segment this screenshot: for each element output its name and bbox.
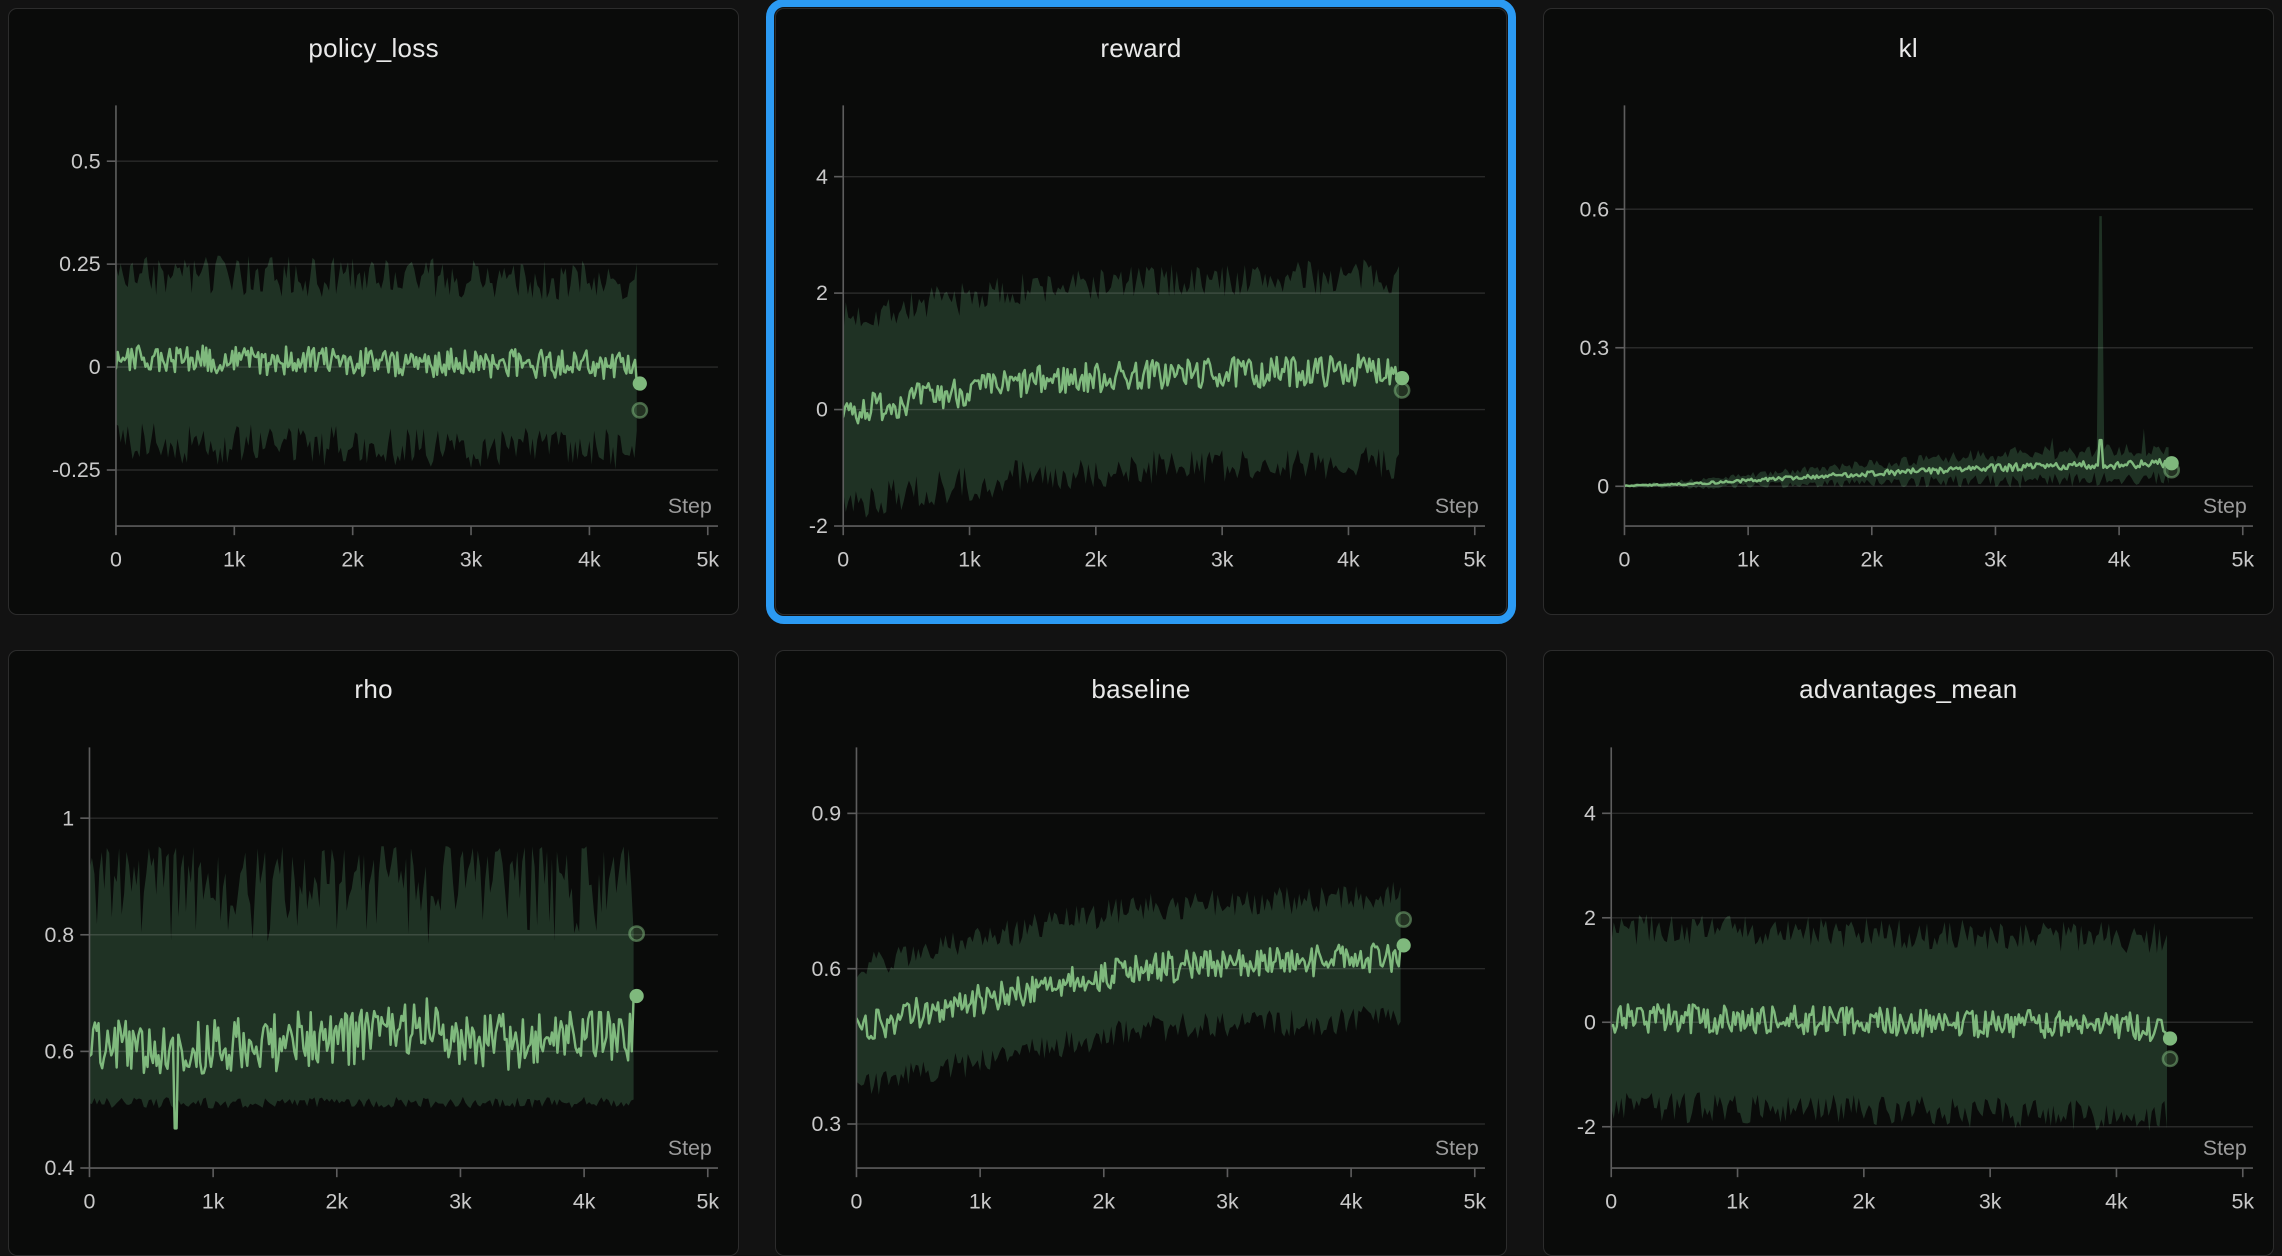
x-tick-label: 3k — [460, 548, 483, 572]
series-band — [1624, 216, 2168, 489]
dashboard-grid: policy_loss 0.5 0.25 0 -0.25 0 1k 2k 3k 4k 5k Step… — [0, 0, 2282, 1246]
x-tick-label: 4k — [573, 1189, 596, 1213]
y-tick-label: 0.4 — [44, 1156, 74, 1180]
y-tick-label: 0.6 — [1579, 197, 1609, 221]
x-tick-label: 3k — [1984, 548, 2007, 572]
chart-plot-baseline[interactable]: 0.9 0.6 0.3 0 1k 2k 3k 4k 5k Step — [776, 729, 1505, 1256]
x-tick-label: 2k — [1852, 1189, 1875, 1213]
y-tick-label: 0.3 — [812, 1112, 842, 1136]
x-tick-label: 1k — [1726, 1189, 1749, 1213]
chart-title: kl — [1544, 9, 2273, 87]
y-tick-label: 0.6 — [44, 1039, 74, 1063]
y-tick-label: 0.25 — [59, 252, 101, 276]
x-axis-label: Step — [2203, 1135, 2247, 1159]
x-tick-label: 4k — [1338, 548, 1361, 572]
x-tick-label: 2k — [1093, 1189, 1116, 1213]
end-dot-faint — [1395, 383, 1409, 397]
x-tick-label: 5k — [696, 1189, 719, 1213]
x-tick-label: 5k — [1464, 1189, 1487, 1213]
x-tick-label: 3k — [1211, 548, 1234, 572]
x-tick-label: 2k — [341, 548, 364, 572]
chart-card-policy-loss[interactable]: policy_loss 0.5 0.25 0 -0.25 0 1k 2k 3k 4k 5k Step — [8, 8, 739, 615]
chart-card-baseline[interactable]: baseline 0.9 0.6 0.3 0 1k 2k 3k 4k 5k Step — [775, 650, 1506, 1256]
x-axis-label: Step — [1435, 1135, 1479, 1159]
x-tick-label: 0 — [838, 548, 850, 572]
x-tick-label: 4k — [2107, 548, 2130, 572]
y-tick-label: 0 — [89, 355, 101, 379]
y-tick-label: 0.3 — [1579, 336, 1609, 360]
x-tick-label: 5k — [2231, 1189, 2254, 1213]
x-axis-label: Step — [668, 1135, 712, 1159]
chart-title: policy_loss — [9, 9, 738, 87]
x-tick-label: 4k — [1340, 1189, 1363, 1213]
end-dot-faint — [1397, 912, 1411, 926]
x-tick-label: 3k — [1216, 1189, 1239, 1213]
chart-card-kl[interactable]: kl 0.6 0.3 0 0 1k 2k 3k 4k 5k Step — [1543, 8, 2274, 615]
y-tick-label: 0 — [816, 398, 828, 422]
x-tick-label: 0 — [1605, 1189, 1617, 1213]
y-tick-label: 0.8 — [44, 923, 74, 947]
y-tick-label: 0 — [1597, 474, 1609, 498]
x-tick-label: 4k — [578, 548, 601, 572]
end-dot — [1397, 938, 1411, 952]
end-dot — [633, 376, 647, 390]
y-tick-label: 2 — [816, 281, 828, 305]
y-tick-label: 2 — [1584, 906, 1596, 930]
y-tick-label: 4 — [816, 165, 828, 189]
x-tick-label: 5k — [2231, 548, 2254, 572]
y-tick-label: -2 — [809, 514, 828, 538]
y-tick-label: 0.6 — [812, 956, 842, 980]
chart-title: baseline — [776, 651, 1505, 729]
x-tick-label: 2k — [1860, 548, 1883, 572]
x-axis-label: Step — [1435, 494, 1479, 518]
y-tick-label: 4 — [1584, 801, 1596, 825]
y-tick-label: -0.25 — [52, 458, 101, 482]
chart-title: reward — [776, 9, 1505, 87]
end-dot-faint — [633, 403, 647, 417]
chart-card-advantages-mean[interactable]: advantages_mean 4 2 0 -2 0 1k 2k 3k 4k 5k Step — [1543, 650, 2274, 1256]
x-tick-label: 3k — [449, 1189, 472, 1213]
x-tick-label: 1k — [969, 1189, 992, 1213]
chart-title: rho — [9, 651, 738, 729]
x-tick-label: 1k — [1736, 548, 1759, 572]
end-dot — [2163, 1031, 2177, 1045]
x-tick-label: 0 — [851, 1189, 863, 1213]
x-tick-label: 2k — [326, 1189, 349, 1213]
x-tick-label: 4k — [2105, 1189, 2128, 1213]
chart-title: advantages_mean — [1544, 651, 2273, 729]
y-tick-label: 0.5 — [71, 149, 101, 173]
end-dot-faint — [629, 926, 643, 940]
end-dot — [2164, 456, 2178, 470]
end-dot — [1395, 371, 1409, 385]
chart-card-reward[interactable]: reward 4 2 0 -2 0 1k 2k 3k 4k 5k Step — [775, 8, 1506, 615]
series-band — [89, 846, 633, 1108]
y-tick-label: -2 — [1577, 1114, 1596, 1138]
x-tick-label: 0 — [84, 1189, 96, 1213]
end-dot-faint — [2163, 1051, 2177, 1065]
x-tick-label: 0 — [1618, 548, 1630, 572]
x-tick-label: 1k — [223, 548, 246, 572]
x-tick-label: 5k — [696, 548, 719, 572]
x-tick-label: 0 — [110, 548, 122, 572]
x-tick-label: 3k — [1979, 1189, 2002, 1213]
x-tick-label: 5k — [1464, 548, 1487, 572]
x-axis-label: Step — [2203, 494, 2247, 518]
chart-plot-reward[interactable]: 4 2 0 -2 0 1k 2k 3k 4k 5k Step — [776, 87, 1505, 614]
y-tick-label: 0.9 — [812, 801, 842, 825]
series-band — [857, 881, 1401, 1094]
chart-plot-policy-loss[interactable]: 0.5 0.25 0 -0.25 0 1k 2k 3k 4k 5k Step — [9, 87, 738, 614]
chart-plot-advantages-mean[interactable]: 4 2 0 -2 0 1k 2k 3k 4k 5k Step — [1544, 729, 2273, 1256]
end-dot — [629, 988, 643, 1002]
chart-plot-kl[interactable]: 0.6 0.3 0 0 1k 2k 3k 4k 5k Step — [1544, 87, 2273, 614]
x-tick-label: 1k — [959, 548, 982, 572]
chart-card-rho[interactable]: rho 1 0.8 0.6 0.4 0 1k 2k 3k 4k 5k Step — [8, 650, 739, 1256]
chart-plot-rho[interactable]: 1 0.8 0.6 0.4 0 1k 2k 3k 4k 5k Step — [9, 729, 738, 1256]
x-tick-label: 1k — [202, 1189, 225, 1213]
y-tick-label: 0 — [1584, 1010, 1596, 1034]
x-tick-label: 2k — [1085, 548, 1108, 572]
y-tick-label: 1 — [62, 806, 74, 830]
x-axis-label: Step — [668, 494, 712, 518]
